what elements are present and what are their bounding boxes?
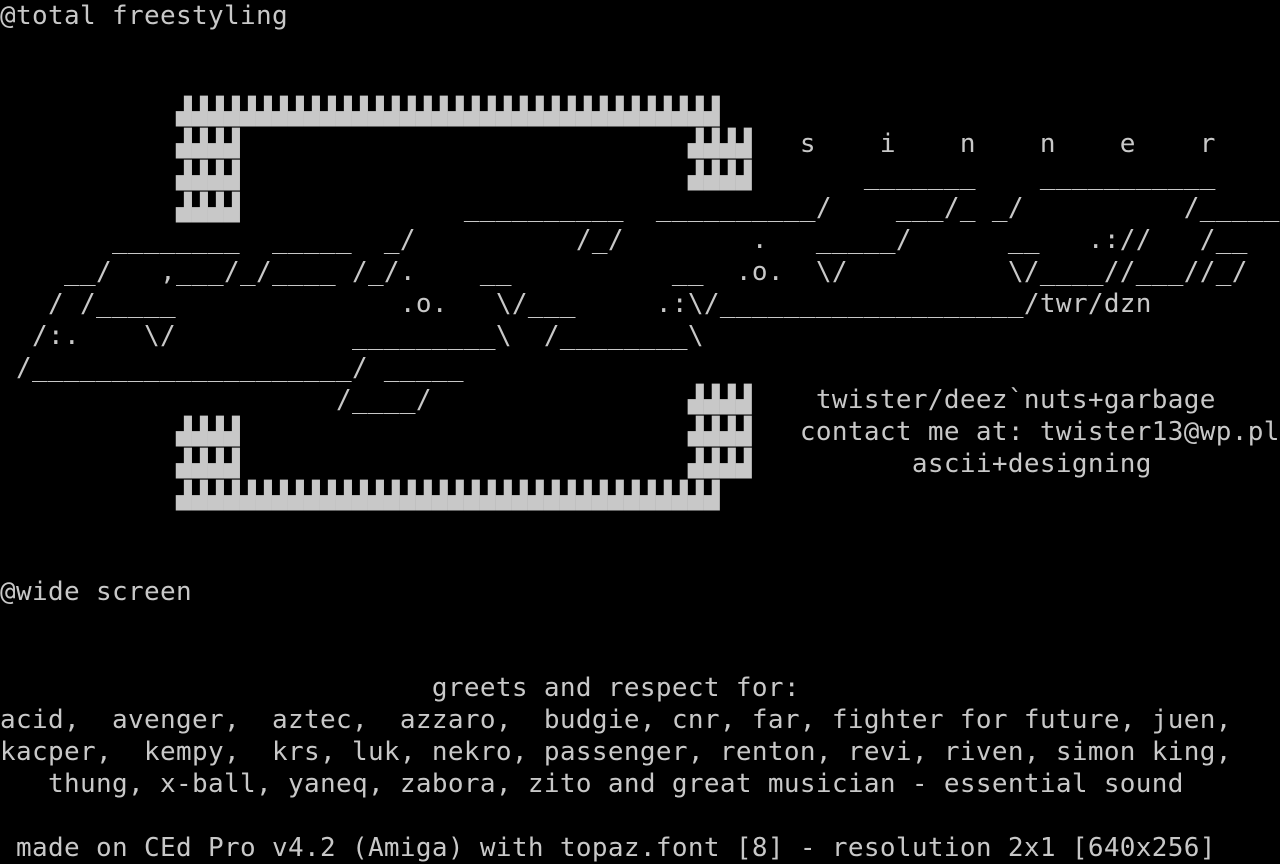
- screen-line: @wide screen: [0, 577, 192, 607]
- screen-line: made on CEd Pro v4.2 (Amiga) with topaz.…: [0, 833, 1216, 863]
- screen-line: /:. \/ _________\ /________\: [0, 321, 704, 351]
- screen-line: / /_____ .o. \/___ .:\/_________________…: [0, 289, 1152, 319]
- screen-line: acid, avenger, aztec, azzaro, budgie, cn…: [0, 705, 1232, 735]
- screen-line: /____________________/ _____: [0, 353, 464, 383]
- screen-line: ▟▟▟▟ ▟▟▟▟ contact me at: twister13@wp.pl: [0, 417, 1280, 447]
- screen-line: ▟▟▟▟ ▟▟▟▟ ascii+designing: [0, 449, 1152, 479]
- screen-line: ▟▟▟▟▟▟▟▟▟▟▟▟▟▟▟▟▟▟▟▟▟▟▟▟▟▟▟▟▟▟▟▟▟▟: [0, 97, 720, 127]
- screen-line: greets and respect for:: [0, 673, 800, 703]
- screen-line: @total freestyling: [0, 1, 288, 31]
- screen-line: ________ _____ _/ /_/ . _____/ __ .:// /…: [0, 225, 1248, 255]
- screen-line: thung, x-ball, yaneq, zabora, zito and g…: [0, 769, 1184, 799]
- screen-line: ▟▟▟▟▟▟▟▟▟▟▟▟▟▟▟▟▟▟▟▟▟▟▟▟▟▟▟▟▟▟▟▟▟▟: [0, 481, 720, 511]
- screen-line: /____/ ▟▟▟▟ twister/deez`nuts+garbage: [0, 385, 1216, 415]
- screen-line: ▟▟▟▟ __________ __________/ ___/_ _/ /__…: [0, 193, 1280, 223]
- ascii-art-screen: @total freestyling ▟▟▟▟▟▟▟▟▟▟▟▟▟▟▟▟▟▟▟▟▟…: [0, 0, 1280, 864]
- screen-line: __/ ,___/_/____ /_/. __ __ .o. \/ \/____…: [0, 257, 1248, 287]
- screen-line: kacper, kempy, krs, luk, nekro, passenge…: [0, 737, 1232, 767]
- screen-line: ▟▟▟▟ ▟▟▟▟ _______ ___________: [0, 161, 1216, 191]
- screen-line: ▟▟▟▟ ▟▟▟▟ s i n n e r: [0, 129, 1216, 159]
